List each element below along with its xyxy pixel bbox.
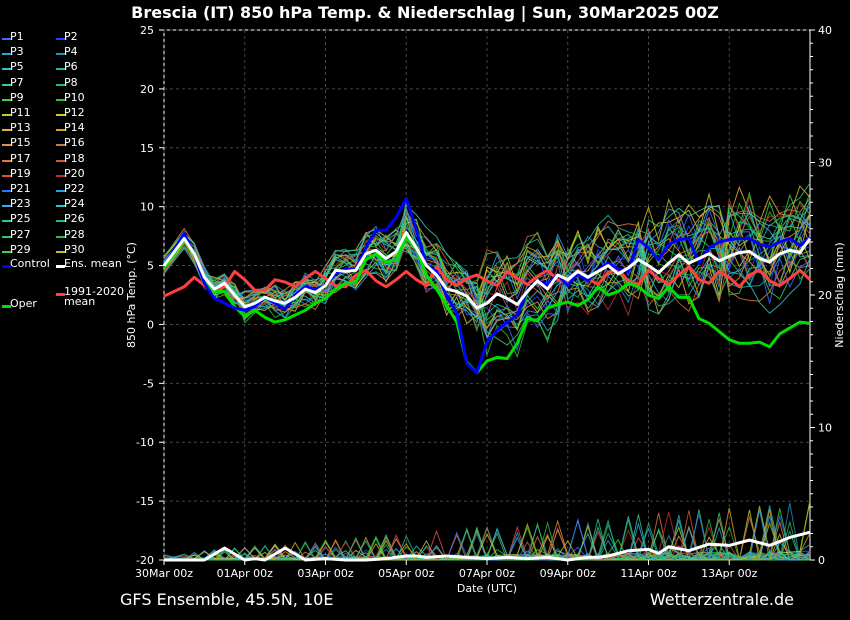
legend-label: P11 — [10, 106, 31, 119]
y2-tick-label: 30 — [818, 157, 832, 170]
x-axis-label: Date (UTC) — [457, 582, 517, 595]
y2-tick-label: 0 — [818, 554, 825, 567]
y-tick-label: 15 — [140, 142, 154, 155]
legend-label: P17 — [10, 151, 31, 165]
legend-label: P26 — [64, 212, 85, 226]
x-tick-label: 07Apr 00z — [459, 567, 516, 580]
legend-label: P3 — [10, 45, 24, 59]
legend-label: 1991-2020 mean — [64, 285, 124, 308]
footer-model-info: GFS Ensemble, 45.5N, 10E — [120, 590, 334, 609]
y-tick-label: 25 — [140, 24, 154, 37]
legend-label: Control — [10, 257, 50, 270]
legend-label: P21 — [10, 182, 31, 195]
legend-label: P24 — [64, 197, 85, 211]
legend-label: P15 — [10, 136, 31, 150]
y2-axis-label: Niederschlag (mm) — [833, 242, 846, 347]
legend-label: P7 — [10, 75, 24, 89]
y-tick-label: 0 — [147, 318, 154, 331]
legend-label: P5 — [10, 60, 24, 74]
legend-label: P27 — [10, 227, 31, 241]
legend-label: P14 — [64, 121, 85, 135]
legend-label: P8 — [64, 75, 78, 89]
legend-label: P12 — [64, 106, 85, 119]
legend-label: Ens. mean — [64, 257, 122, 270]
x-tick-label: 09Apr 00z — [540, 567, 597, 580]
legend-label: P1 — [10, 30, 24, 43]
legend-label: Oper — [10, 297, 37, 310]
legend-label: P13 — [10, 121, 31, 135]
y-tick-label: 5 — [147, 260, 154, 273]
legend-label: P4 — [64, 45, 78, 59]
footer-source: Wetterzentrale.de — [649, 590, 794, 609]
legend-label: P2 — [64, 30, 78, 43]
x-tick-label: 13Apr 00z — [701, 567, 758, 580]
y2-tick-label: 10 — [818, 422, 832, 435]
legend-label: P6 — [64, 60, 78, 74]
y-tick-label: -20 — [136, 554, 154, 567]
y-tick-label: -15 — [136, 495, 154, 508]
y-tick-label: 20 — [140, 83, 154, 96]
y-tick-label: -5 — [143, 377, 154, 390]
y-tick-label: -10 — [136, 436, 154, 449]
legend-label: P28 — [64, 227, 85, 241]
y-axis-label: 850 hPa Temp. (°C) — [125, 242, 138, 348]
x-tick-label: 30Mar 00z — [135, 567, 193, 580]
x-tick-label: 01Apr 00z — [217, 567, 274, 580]
y2-tick-label: 40 — [818, 24, 832, 37]
legend-label: P29 — [10, 242, 31, 256]
legend-label: P22 — [64, 182, 85, 195]
legend-label: P19 — [10, 166, 31, 180]
legend-label: P9 — [10, 90, 24, 104]
legend-label: P30 — [64, 242, 85, 256]
x-tick-label: 05Apr 00z — [378, 567, 435, 580]
chart-canvas: -20 -15 -10 -5 0 5 10 15 20 25 0 10 20 30 40 30Mar 00z 0… — [125, 24, 846, 595]
legend-label: P25 — [10, 212, 31, 226]
y2-tick-label: 20 — [818, 289, 832, 302]
legend-label: P20 — [64, 166, 85, 180]
legend-label: P23 — [10, 197, 31, 211]
legend-label: P16 — [64, 136, 85, 150]
legend-label: P10 — [64, 90, 85, 104]
legend-label: P18 — [64, 151, 85, 165]
x-tick-label: 11Apr 00z — [620, 567, 677, 580]
x-tick-label: 03Apr 00z — [297, 567, 354, 580]
y-tick-label: 10 — [140, 201, 154, 214]
